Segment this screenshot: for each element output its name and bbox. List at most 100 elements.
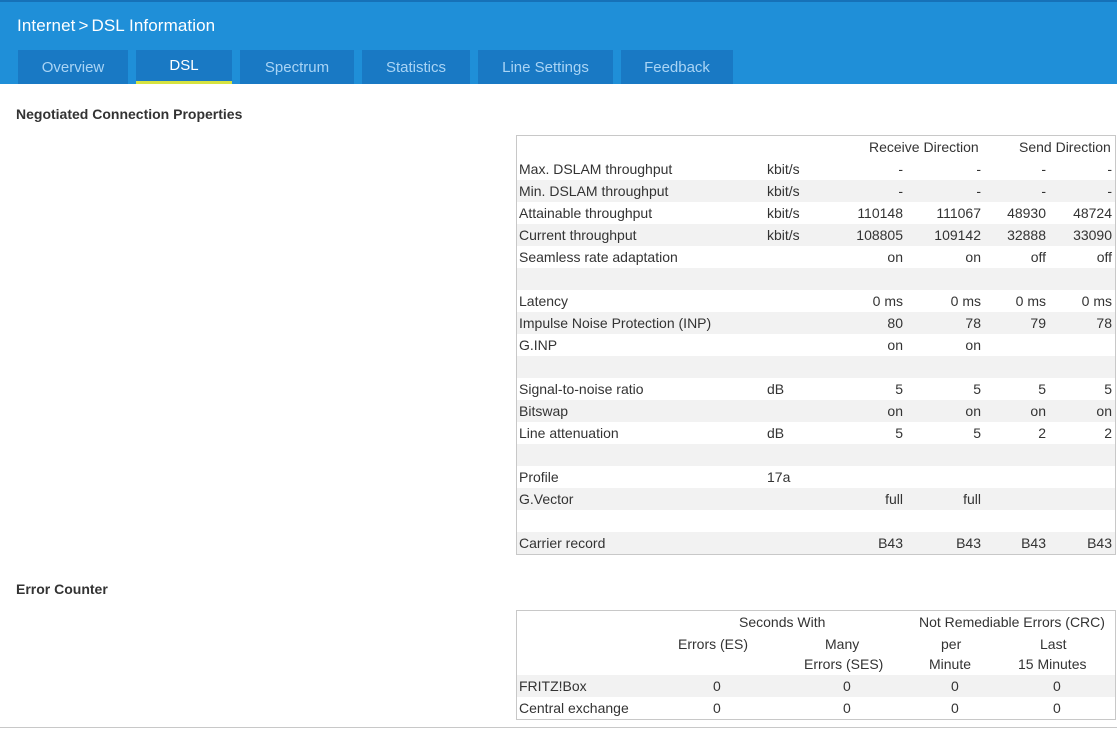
row-value: 0	[1053, 700, 1061, 716]
table-row: Line attenuation dB 5 5 2 2	[517, 422, 1115, 444]
row-value: 32888	[1007, 227, 1046, 243]
row-value: 48724	[1073, 205, 1112, 221]
table-row	[517, 356, 1115, 378]
per-minute-header-line1: per	[941, 636, 962, 652]
row-value: 2	[1104, 425, 1112, 441]
row-unit: 17a	[767, 469, 791, 485]
table-row: Seamless rate adaptation on on off off	[517, 246, 1115, 268]
table-row: Min. DSLAM throughput kbit/s - - - -	[517, 180, 1115, 202]
row-value: 5	[1104, 381, 1112, 397]
table-row: Profile 17a	[517, 466, 1115, 488]
breadcrumb: Internet > DSL Information	[17, 16, 215, 36]
row-label: Seamless rate adaptation	[519, 249, 678, 265]
tab-spectrum[interactable]: Spectrum	[240, 50, 354, 84]
table-row	[517, 268, 1115, 290]
table-row: Current throughput kbit/s 108805 109142 3288…	[517, 224, 1115, 246]
row-value: on	[965, 249, 981, 265]
row-value: 0	[713, 700, 721, 716]
row-value: 0	[951, 678, 959, 694]
breadcrumb-parent[interactable]: Internet	[17, 16, 75, 35]
row-label: Impulse Noise Protection (INP)	[519, 315, 712, 331]
row-value: on	[1030, 403, 1046, 419]
row-value: off	[1096, 249, 1112, 265]
row-label: G.INP	[519, 337, 558, 353]
row-value: 110148	[857, 205, 903, 221]
row-value: -	[898, 183, 903, 199]
row-value: 0	[713, 678, 721, 694]
row-value: 48930	[1007, 205, 1046, 221]
row-unit: dB	[767, 381, 785, 397]
row-value: -	[1041, 183, 1046, 199]
table-row: Latency 0 ms 0 ms 0 ms 0 ms	[517, 290, 1115, 312]
row-value: 33090	[1073, 227, 1112, 243]
tab-dsl[interactable]: DSL	[136, 50, 232, 84]
row-value: on	[887, 337, 903, 353]
row-value: -	[1107, 183, 1112, 199]
table-row: Carrier record B43 B43 B43 B43	[517, 532, 1115, 554]
seconds-with-header: Seconds With	[739, 614, 826, 630]
table-row	[517, 444, 1115, 466]
table-row: Max. DSLAM throughput kbit/s - - - -	[517, 158, 1115, 180]
row-value: full	[963, 491, 981, 507]
row-label: FRITZ!Box	[519, 678, 587, 694]
row-value: 0	[1053, 678, 1061, 694]
row-value: 5	[973, 381, 981, 397]
row-value: 78	[1096, 315, 1112, 331]
send-direction-header: Send Direction	[1019, 139, 1111, 155]
row-value: 5	[895, 381, 903, 397]
row-label: Carrier record	[519, 535, 606, 551]
tab-line-settings[interactable]: Line Settings	[478, 50, 613, 84]
ses-header-line1: Many	[825, 636, 860, 652]
connection-heading: Negotiated Connection Properties	[16, 106, 243, 122]
row-unit: dB	[767, 425, 785, 441]
row-value: 0 ms	[1015, 293, 1046, 309]
row-value: 0	[843, 678, 851, 694]
table-row: Central exchange 0 0 0 0	[517, 697, 1115, 719]
row-label: Min. DSLAM throughput	[519, 183, 669, 199]
breadcrumb-separator-icon: >	[78, 16, 89, 35]
table-row: Impulse Noise Protection (INP) 80 78 79 78	[517, 312, 1115, 334]
row-value: -	[1041, 161, 1046, 177]
tab-statistics[interactable]: Statistics	[362, 50, 470, 84]
row-value: on	[887, 403, 903, 419]
row-value: -	[898, 161, 903, 177]
row-value: 109142	[934, 227, 981, 243]
connection-properties-table: Receive Direction Send Direction Max. DS…	[516, 135, 1116, 555]
receive-direction-header: Receive Direction	[869, 139, 979, 155]
row-value: 5	[973, 425, 981, 441]
table-header-row: Receive Direction Send Direction	[517, 136, 1115, 158]
row-value: on	[887, 249, 903, 265]
tab-overview[interactable]: Overview	[18, 50, 128, 84]
row-unit: kbit/s	[767, 227, 800, 243]
row-value: 111067	[936, 205, 981, 221]
row-value: 108805	[856, 227, 903, 243]
row-value: -	[1107, 161, 1112, 177]
row-label: G.Vector	[519, 491, 574, 507]
row-label: Profile	[519, 469, 559, 485]
last-15-header-line1: Last	[1040, 636, 1067, 652]
table-row: Bitswap on on on on	[517, 400, 1115, 422]
row-value: 79	[1030, 315, 1046, 331]
row-label: Bitswap	[519, 403, 569, 419]
row-label: Current throughput	[519, 227, 637, 243]
row-value: 0	[951, 700, 959, 716]
row-unit: kbit/s	[767, 183, 800, 199]
row-value: on	[1096, 403, 1112, 419]
table-row: G.INP on on	[517, 334, 1115, 356]
last-15-header-line2: 15 Minutes	[1018, 656, 1087, 672]
table-row: FRITZ!Box 0 0 0 0	[517, 675, 1115, 697]
error-counter-heading: Error Counter	[16, 581, 108, 597]
row-value: 0	[843, 700, 851, 716]
per-minute-header-line2: Minute	[929, 656, 972, 672]
row-value: on	[965, 337, 981, 353]
row-value: -	[976, 161, 981, 177]
tab-feedback[interactable]: Feedback	[621, 50, 733, 84]
row-unit: kbit/s	[767, 205, 800, 221]
row-value: full	[885, 491, 903, 507]
divider	[0, 727, 1117, 728]
table-row: Signal-to-noise ratio dB 5 5 5 5	[517, 378, 1115, 400]
row-label: Latency	[519, 293, 569, 309]
breadcrumb-current: DSL Information	[91, 16, 216, 35]
row-value: 78	[965, 315, 981, 331]
error-counter-table: Seconds With Not Remediable Errors (CRC)…	[516, 610, 1116, 720]
